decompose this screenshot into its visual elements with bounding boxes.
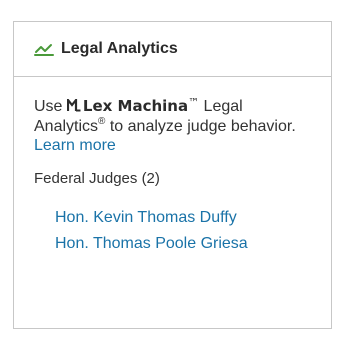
federal-judges-label: Federal Judges (2) <box>34 170 160 187</box>
lex-machina-logo-icon <box>66 96 81 117</box>
legal-analytics-panel: Legal Analytics Use Lex Machina™ Legal A… <box>13 21 332 329</box>
intro-prefix: Use <box>34 98 63 115</box>
list-item: Hon. Kevin Thomas Duffy <box>55 206 311 230</box>
panel-header: Legal Analytics <box>14 22 331 77</box>
judge-link-griesa[interactable]: Hon. Thomas Poole Griesa <box>55 235 248 252</box>
panel-body: Use Lex Machina™ Legal Analytics® to ana… <box>14 77 331 256</box>
panel-title: Legal Analytics <box>61 40 178 57</box>
brand-trademark: ™ <box>188 96 200 109</box>
list-item: Hon. Thomas Poole Griesa <box>55 232 311 256</box>
intro-text: Use Lex Machina™ Legal Analytics® to ana… <box>34 96 311 155</box>
chart-line-icon <box>34 41 54 57</box>
brand-name: Lex Machina <box>82 97 189 115</box>
judge-link-duffy[interactable]: Hon. Kevin Thomas Duffy <box>55 209 237 226</box>
intro-suffix: to analyze judge behavior. <box>105 118 296 135</box>
learn-more-link[interactable]: Learn more <box>34 137 116 154</box>
judge-list: Hon. Kevin Thomas Duffy Hon. Thomas Pool… <box>34 206 311 256</box>
lex-machina-brand: Lex Machina™ <box>66 96 200 117</box>
